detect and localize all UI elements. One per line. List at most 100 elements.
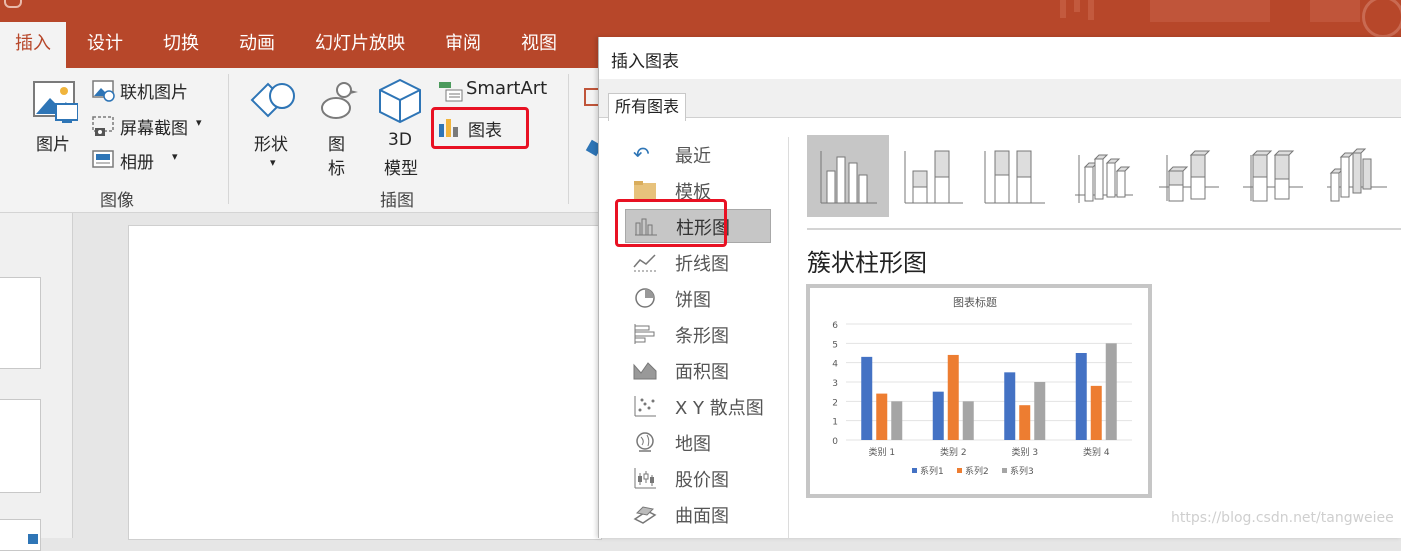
bar <box>1004 372 1016 440</box>
chevron-down-icon: ▾ <box>196 116 202 129</box>
category-label: 条形图 <box>675 326 729 347</box>
tab-insert[interactable]: 插入 <box>0 22 66 68</box>
picture-label: 图片 <box>36 135 70 155</box>
subtype-clustered-column[interactable] <box>807 135 889 217</box>
tab-view[interactable]: 视图 <box>506 22 572 68</box>
decorative-pattern <box>1060 0 1360 22</box>
watermark: https://blog.csdn.net/tangweiee <box>1171 510 1394 526</box>
category-label: 折线图 <box>675 254 729 275</box>
bar <box>932 391 944 440</box>
slide-thumbnail[interactable] <box>0 399 41 493</box>
stacked-column-icon <box>904 150 963 204</box>
slide-canvas[interactable] <box>128 225 602 540</box>
online-picture-icon <box>92 80 115 102</box>
icons-button[interactable]: 图 标 <box>314 78 362 179</box>
chart-category-list: ↶ 最近 模板 柱形图 折线图 饼图 条形图 面积图 X Y 散点图 地图 股价… <box>599 119 789 538</box>
ribbon-body: 图片 联机图片 屏幕截图 ▾ 相册 ▾ 图像 形状 ▾ 图 标 3D 模型 Sm… <box>0 68 603 213</box>
category-label: 股价图 <box>675 470 729 491</box>
subtype-100-stacked-column[interactable] <box>981 135 1063 217</box>
category-scatter[interactable]: X Y 散点图 <box>625 390 785 422</box>
y-tick-label: 1 <box>832 418 838 428</box>
x-tick-label: 类别 4 <box>1083 446 1110 458</box>
category-label: 曲面图 <box>675 506 729 527</box>
category-pie[interactable]: 饼图 <box>625 282 769 314</box>
legend-label: 系列1 <box>920 465 944 477</box>
3d-models-button[interactable]: 3D 模型 <box>378 78 426 179</box>
screenshot-label: 屏幕截图 <box>120 119 188 139</box>
y-tick-label: 3 <box>832 379 838 389</box>
icons-label-line2: 标 <box>328 159 345 179</box>
area-chart-icon <box>633 359 657 381</box>
dialog-tab-strip <box>599 79 1401 118</box>
bar <box>947 354 959 440</box>
tab-slideshow[interactable]: 幻灯片放映 <box>304 22 416 68</box>
app-icon <box>4 0 22 8</box>
slide-thumbnail[interactable] <box>0 519 41 551</box>
chart-preview: 图表标题 0 1 2 3 4 5 6 类别 1 类别 2 类别 3 类别 4 系列1 系列2 系列3 <box>832 295 1132 477</box>
group-divider <box>228 74 229 204</box>
category-label: 饼图 <box>675 290 711 311</box>
3d-column-icon <box>1327 148 1387 202</box>
shapes-button[interactable]: 形状 ▾ <box>248 78 300 174</box>
category-line[interactable]: 折线图 <box>625 246 769 278</box>
subtype-3d-100-stacked-column[interactable] <box>1239 135 1321 217</box>
tab-transitions[interactable]: 切换 <box>148 22 214 68</box>
tab-all-charts[interactable]: 所有图表 <box>608 93 687 121</box>
subtype-3d-column[interactable] <box>1321 135 1391 217</box>
chart-preview-frame: 图表标题 0 1 2 3 4 5 6 类别 1 类别 2 类别 3 类别 4 系列1 系列2 系列3 <box>806 284 1152 498</box>
editor-workspace <box>0 213 602 551</box>
category-surface[interactable]: 曲面图 <box>625 498 769 530</box>
legend-swatch <box>957 468 962 473</box>
shapes-label: 形状 <box>254 135 288 155</box>
bar <box>1075 353 1087 440</box>
3d-models-label-line2: 模型 <box>384 159 418 179</box>
y-tick-label: 5 <box>832 340 838 350</box>
x-tick-label: 类别 1 <box>868 446 895 458</box>
legend-swatch <box>912 468 917 473</box>
subtype-divider <box>807 228 1401 230</box>
image-group-label: 图像 <box>100 191 134 211</box>
subtype-3d-clustered-column[interactable] <box>1069 135 1151 217</box>
highlight-column-category <box>615 199 727 247</box>
category-map[interactable]: 地图 <box>625 426 769 458</box>
tab-animations[interactable]: 动画 <box>224 22 290 68</box>
bar <box>861 356 873 440</box>
screenshot-button[interactable]: 屏幕截图 ▾ <box>92 114 212 140</box>
tab-review[interactable]: 审阅 <box>430 22 496 68</box>
category-stock[interactable]: 股价图 <box>625 462 769 494</box>
pie-chart-icon <box>633 287 657 309</box>
surface-chart-icon <box>633 503 657 525</box>
photo-album-button[interactable]: 相册 ▾ <box>92 148 212 174</box>
map-chart-icon <box>633 431 657 453</box>
y-tick-label: 2 <box>832 398 838 408</box>
y-tick-label: 4 <box>832 360 838 370</box>
subtype-stacked-column[interactable] <box>897 135 979 217</box>
clustered-column-icon <box>820 151 877 204</box>
line-chart-icon <box>633 251 657 273</box>
shapes-icon <box>250 82 295 118</box>
dialog-title: 插入图表 <box>611 52 679 72</box>
online-pictures-button[interactable]: 联机图片 <box>92 78 212 104</box>
bar <box>1105 343 1117 440</box>
3d-models-label-line1: 3D <box>388 130 412 150</box>
tab-design[interactable]: 设计 <box>72 22 138 68</box>
bar <box>1034 382 1046 440</box>
bar-chart-icon <box>633 323 657 345</box>
thumbnail-pane <box>0 213 73 551</box>
subtype-3d-stacked-column[interactable] <box>1155 135 1237 217</box>
category-bar[interactable]: 条形图 <box>625 318 769 350</box>
bar <box>962 401 974 440</box>
3d-stacked-column-icon <box>1159 150 1219 202</box>
cube-icon <box>379 78 421 124</box>
picture-button[interactable]: 图片 <box>30 78 80 156</box>
slide-thumbnail[interactable] <box>0 277 41 369</box>
category-recent[interactable]: ↶ 最近 <box>625 138 769 170</box>
folder-icon <box>633 179 657 201</box>
bar <box>1090 385 1102 440</box>
chevron-down-icon: ▾ <box>172 150 178 163</box>
chart-title: 图表标题 <box>953 295 997 309</box>
smartart-button[interactable]: SmartArt <box>438 78 558 104</box>
subtype-heading: 簇状柱形图 <box>807 249 927 277</box>
category-label: 地图 <box>675 434 711 455</box>
category-area[interactable]: 面积图 <box>625 354 769 386</box>
